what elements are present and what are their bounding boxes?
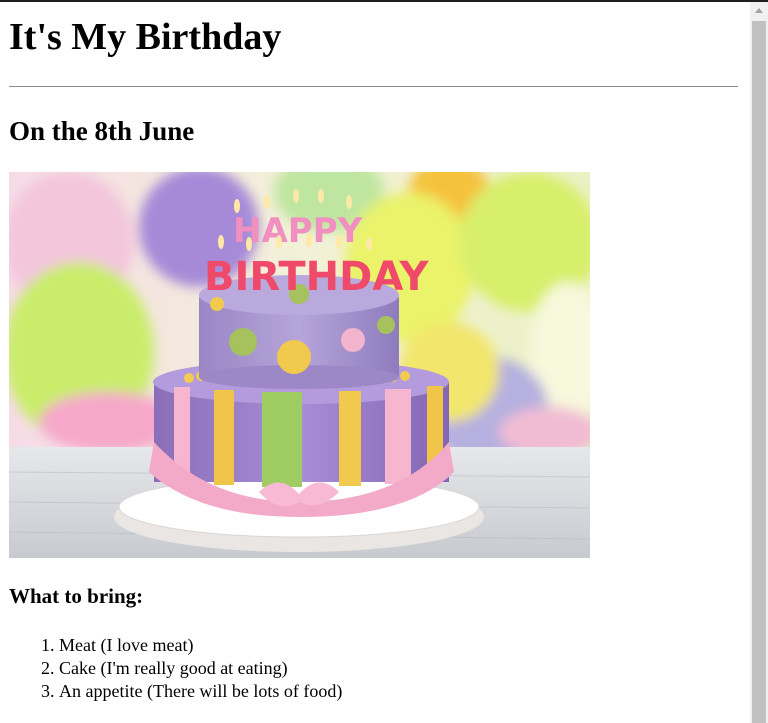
birthday-cake-image: HAPPY BIRTHDAY	[9, 172, 590, 558]
list-item: An appetite (There will be lots of food)	[59, 680, 342, 703]
page-subtitle: On the 8th June	[9, 116, 195, 146]
scroll-up-arrow-icon[interactable]	[750, 2, 768, 19]
vertical-scrollbar[interactable]	[750, 2, 768, 723]
list-heading: What to bring:	[9, 584, 144, 608]
page-title: It's My Birthday	[9, 16, 282, 58]
scrollbar-thumb[interactable]	[752, 21, 766, 723]
bring-list: Meat (I love meat) Cake (I'm really good…	[9, 634, 342, 703]
list-item: Meat (I love meat)	[59, 634, 342, 657]
candle-text-happy: HAPPY	[233, 211, 363, 251]
window-top-border	[0, 0, 768, 2]
list-item: Cake (I'm really good at eating)	[59, 657, 342, 680]
divider	[9, 86, 738, 87]
candle-text-birthday: BIRTHDAY	[204, 254, 429, 300]
